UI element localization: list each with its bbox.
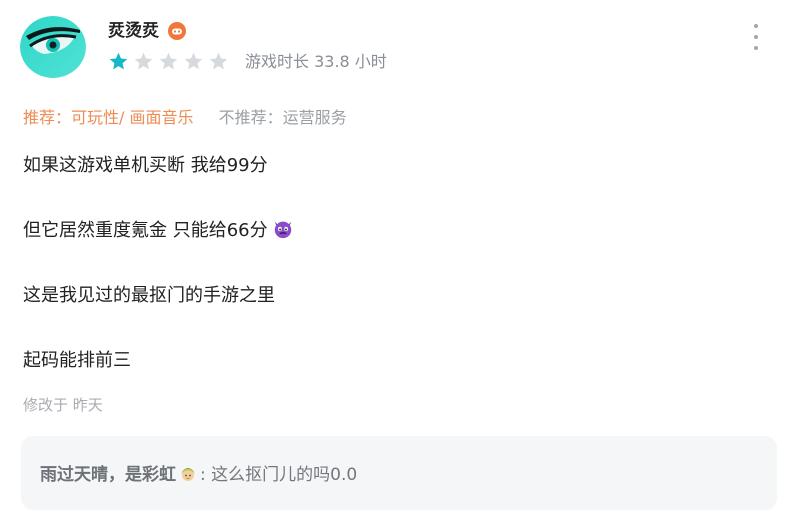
review-body-line-2-text: 但它居然重度氪金 只能给66分 [23, 220, 268, 241]
review-body-line-4: 起码能排前三 [23, 350, 131, 371]
reply-author[interactable]: 雨过天晴，是彩虹 [40, 465, 176, 485]
review-body-line-1: 如果这游戏单机买断 我给99分 [23, 155, 268, 176]
not-recommend-tag: 不推荐：运营服务 [218, 108, 347, 127]
more-vertical-icon[interactable] [746, 24, 766, 50]
review-card: 烎烫烎 游戏时长 33.8 小时 推荐：可玩性/ 画面音乐 不推荐：运营服务 如… [0, 0, 796, 520]
recommend-tag: 推荐：可玩性/ 画面音乐 [23, 108, 194, 127]
review-tags: 推荐：可玩性/ 画面音乐 不推荐：运营服务 [23, 106, 347, 130]
star-rating [108, 51, 229, 73]
playtime-label: 游戏时长 33.8 小时 [245, 52, 387, 71]
link-character-badge-icon [181, 468, 195, 481]
star-empty-icon [159, 52, 178, 70]
review-body-line-2: 但它居然重度氪金 只能给66分 [23, 217, 294, 245]
star-empty-icon [134, 52, 153, 70]
star-empty-icon [209, 52, 228, 70]
star-filled-icon [109, 52, 128, 70]
review-body-line-3: 这是我见过的最抠门的手游之里 [23, 285, 275, 306]
username[interactable]: 烎烫烎 [108, 19, 159, 43]
star-empty-icon [184, 52, 203, 70]
reply-item: 雨过天晴，是彩虹 : 这么抠门儿的吗0.0 [40, 462, 357, 488]
reply-text: : 这么抠门儿的吗0.0 [200, 465, 358, 485]
purple-devil-emoji [274, 221, 291, 239]
edited-timestamp: 修改于 昨天 [23, 396, 103, 414]
reply-box[interactable]: 雨过天晴，是彩虹 : 这么抠门儿的吗0.0 [21, 436, 777, 510]
gamepad-badge-icon [168, 22, 186, 40]
user-avatar[interactable] [20, 16, 86, 78]
